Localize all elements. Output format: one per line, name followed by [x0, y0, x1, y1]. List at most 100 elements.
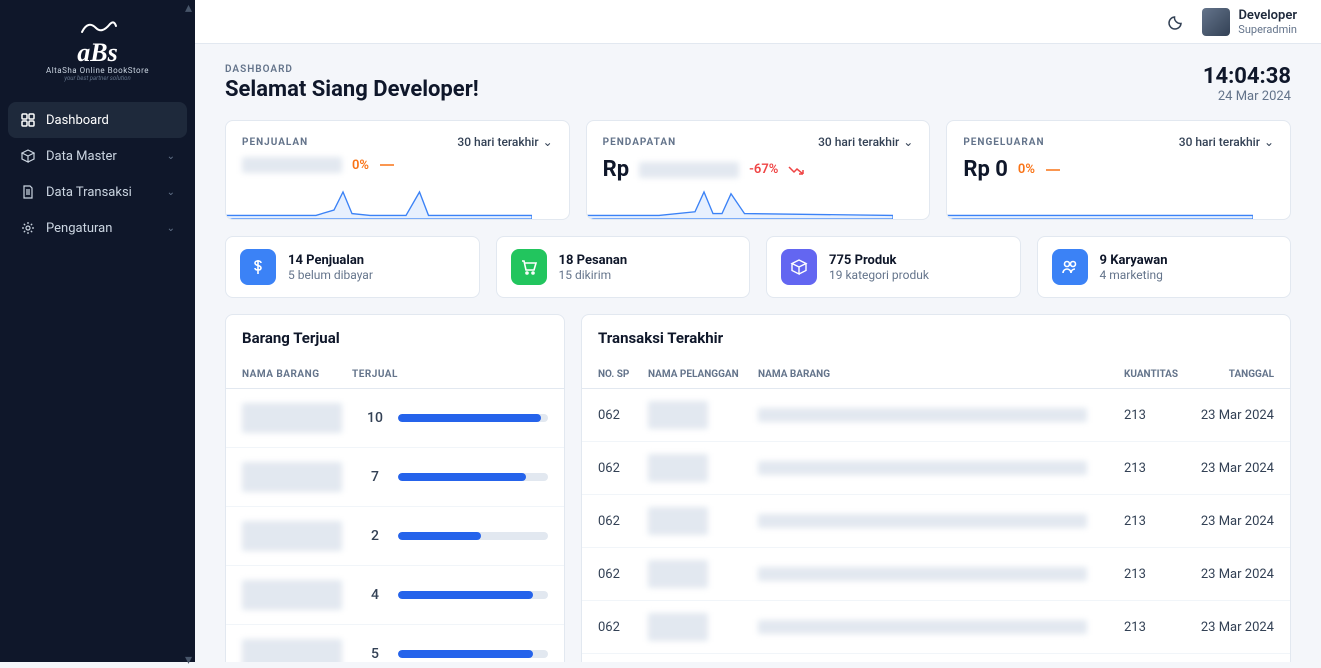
panel-title: Barang Terjual	[226, 315, 564, 361]
theme-toggle[interactable]	[1166, 12, 1186, 32]
count-card[interactable]: 18 Pesanan15 dikirim	[496, 236, 751, 298]
range-dropdown[interactable]: 30 hari terakhir ⌄	[457, 135, 552, 149]
cell-nama-barang	[242, 403, 352, 433]
grid-icon	[20, 112, 36, 128]
count-card[interactable]: 14 Penjualan5 belum dibayar	[225, 236, 480, 298]
range-dropdown[interactable]: 30 hari terakhir ⌄	[818, 135, 913, 149]
sparkline-chart	[947, 183, 1253, 219]
count-subtitle: 4 marketing	[1100, 268, 1168, 282]
col-kuantitas: KUANTITAS	[1124, 369, 1184, 380]
table-row: 7	[226, 448, 564, 507]
chevron-down-icon: ⌄	[167, 187, 175, 198]
cell-nama-barang	[758, 620, 1124, 634]
count-card[interactable]: 9 Karyawan4 marketing	[1037, 236, 1292, 298]
stat-value-redacted	[639, 162, 739, 178]
cell-terjual: 7	[360, 469, 390, 485]
chevron-down-icon: ⌄	[167, 223, 175, 234]
sidebar-item-data-transaksi[interactable]: Data Transaksi ⌄	[8, 174, 187, 210]
stat-card: PENDAPATAN30 hari terakhir ⌄Rp-67%	[586, 120, 931, 220]
cell-nama-barang	[758, 514, 1124, 528]
cell-nama-pelanggan	[648, 613, 758, 641]
table-row: 06221323 Mar 2024	[582, 442, 1290, 495]
count-card[interactable]: 775 Produk19 kategori produk	[766, 236, 1021, 298]
cell-kuantitas: 213	[1124, 567, 1184, 582]
progress-bar	[398, 414, 548, 422]
count-row: 14 Penjualan5 belum dibayar 18 Pesanan15 …	[225, 236, 1291, 298]
cell-no-sp: 062	[598, 620, 648, 635]
cell-kuantitas: 213	[1124, 461, 1184, 476]
avatar	[1202, 8, 1230, 36]
cell-nama-barang	[758, 567, 1124, 581]
cell-kuantitas: 213	[1124, 408, 1184, 423]
cell-terjual: 5	[360, 646, 390, 662]
breadcrumb: DASHBOARD	[225, 64, 479, 75]
users-icon	[1052, 249, 1088, 285]
gear-icon	[20, 220, 36, 236]
cell-nama-pelanggan	[648, 560, 758, 588]
sidebar-item-dashboard[interactable]: Dashboard	[8, 102, 187, 138]
chevron-down-icon: ⌄	[167, 151, 175, 162]
cell-tanggal: 23 Mar 2024	[1184, 567, 1274, 582]
page-title: Selamat Siang Developer!	[225, 77, 479, 102]
sidebar-nav: Dashboard Data Master ⌄ Data Transaksi ⌄…	[0, 102, 195, 246]
content-scroll[interactable]: DASHBOARD Selamat Siang Developer! 14:04…	[195, 44, 1321, 662]
cell-nama-barang	[242, 462, 352, 492]
box-icon	[781, 249, 817, 285]
cell-no-sp: 062	[598, 408, 648, 423]
col-nama-barang: NAMA BARANG	[242, 369, 352, 380]
sidebar: ▴ aBs AltaSha Online BookStore your best…	[0, 0, 195, 662]
sidebar-item-label: Pengaturan	[46, 221, 112, 236]
cell-nama-barang	[242, 639, 352, 662]
panel-barang-terjual: Barang Terjual NAMA BARANG TERJUAL 10724…	[225, 314, 565, 662]
brand-subtitle: AltaSha Online BookStore	[20, 66, 175, 75]
cell-tanggal: 23 Mar 2024	[1184, 620, 1274, 635]
stat-value-redacted	[242, 157, 342, 173]
cell-terjual: 2	[360, 528, 390, 544]
sidebar-item-label: Data Transaksi	[46, 185, 132, 200]
table-row: 06221323 Mar 2024	[582, 389, 1290, 442]
topbar: Developer Superadmin	[195, 0, 1321, 44]
stat-percent: 0%	[352, 158, 369, 173]
user-role: Superadmin	[1238, 23, 1297, 36]
cell-nama-pelanggan	[648, 507, 758, 535]
sparkline-chart	[226, 183, 532, 219]
file-icon	[20, 184, 36, 200]
range-dropdown[interactable]: 30 hari terakhir ⌄	[1179, 135, 1274, 149]
sidebar-collapse-bottom-icon[interactable]: ▾	[185, 652, 195, 662]
table-row: 06221323 Mar 2024	[582, 495, 1290, 548]
sidebar-item-label: Dashboard	[46, 113, 109, 128]
count-subtitle: 19 kategori produk	[829, 268, 929, 282]
sidebar-collapse-top-icon[interactable]: ▴	[185, 0, 195, 10]
logo-swirl-icon	[78, 16, 118, 36]
col-nama-barang: NAMA BARANG	[758, 369, 1124, 380]
count-title: 14 Penjualan	[288, 253, 373, 268]
cell-no-sp: 062	[598, 461, 648, 476]
table-row: 4	[226, 566, 564, 625]
trend-flat-icon	[1045, 168, 1061, 172]
user-menu[interactable]: Developer Superadmin	[1202, 8, 1297, 36]
dollar-icon	[240, 249, 276, 285]
count-subtitle: 15 dikirim	[559, 268, 628, 282]
cell-terjual: 4	[360, 587, 390, 603]
clock-time: 14:04:38	[1203, 64, 1291, 89]
stat-card: PENGELUARAN30 hari terakhir ⌄Rp 00%	[946, 120, 1291, 220]
table-row: 5	[226, 625, 564, 662]
stat-card: PENJUALAN30 hari terakhir ⌄0%	[225, 120, 570, 220]
cart-icon	[511, 249, 547, 285]
col-tanggal: TANGGAL	[1184, 369, 1274, 380]
sidebar-item-pengaturan[interactable]: Pengaturan ⌄	[8, 210, 187, 246]
cell-nama-pelanggan	[648, 454, 758, 482]
cell-nama-pelanggan	[648, 401, 758, 429]
brand-name: aBs	[20, 40, 175, 66]
count-title: 18 Pesanan	[559, 253, 628, 268]
sidebar-item-data-master[interactable]: Data Master ⌄	[8, 138, 187, 174]
table-row: 06221323 Mar 2024	[582, 548, 1290, 601]
clock-date: 24 Mar 2024	[1203, 89, 1291, 104]
stats-row: PENJUALAN30 hari terakhir ⌄0%PENDAPATAN3…	[225, 120, 1291, 220]
panel-transaksi-terakhir: Transaksi Terakhir NO. SP NAMA PELANGGAN…	[581, 314, 1291, 662]
table-row: 10	[226, 389, 564, 448]
col-no-sp: NO. SP	[598, 369, 648, 380]
cell-no-sp: 062	[598, 514, 648, 529]
col-nama-pelanggan: NAMA PELANGGAN	[648, 369, 758, 380]
progress-bar	[398, 473, 548, 481]
